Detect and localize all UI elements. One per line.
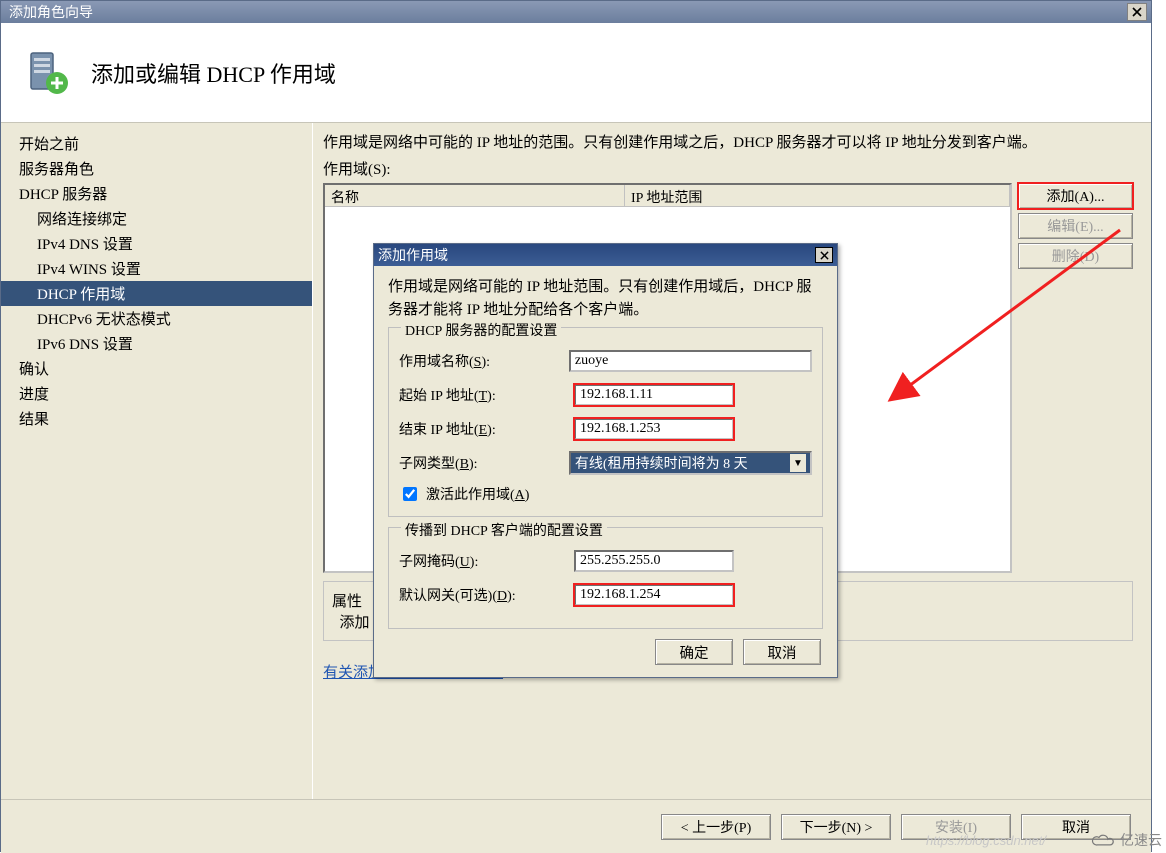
row-subnet-type: 子网类型(B): 有线(租用持续时间将为 8 天 ▼ — [399, 450, 812, 476]
label-subnet-type: 子网类型(B): — [399, 453, 569, 473]
window-title: 添加角色向导 — [5, 2, 93, 22]
sidebar-item-network-binding[interactable]: 网络连接绑定 — [1, 206, 312, 231]
sidebar-item-confirm[interactable]: 确认 — [1, 356, 312, 381]
start-ip-input[interactable] — [574, 384, 734, 406]
add-scope-dialog: 添加作用域 作用域是网络可能的 IP 地址范围。只有创建作用域后，DHCP 服务… — [373, 243, 838, 678]
scope-name-input[interactable] — [569, 350, 812, 372]
label-subnet-mask: 子网掩码(U): — [399, 551, 574, 571]
row-start-ip: 起始 IP 地址(T): — [399, 382, 812, 408]
label-scope-name: 作用域名称(S): — [399, 351, 569, 371]
properties-sublabel: 添加 — [340, 615, 370, 631]
dialog-description: 作用域是网络可能的 IP 地址范围。只有创建作用域后，DHCP 服务器才能将 I… — [388, 276, 823, 321]
server-plus-icon — [25, 49, 73, 97]
dialog-cancel-button[interactable]: 取消 — [743, 639, 821, 665]
sidebar-item-ipv4-dns[interactable]: IPv4 DNS 设置 — [1, 231, 312, 256]
scopes-table-header: 名称 IP 地址范围 — [325, 185, 1010, 207]
sidebar-item-ipv4-wins[interactable]: IPv4 WINS 设置 — [1, 256, 312, 281]
dialog-ok-button[interactable]: 确定 — [655, 639, 733, 665]
row-default-gateway: 默认网关(可选)(D): — [399, 582, 812, 608]
dropdown-arrow-icon: ▼ — [790, 454, 806, 472]
cloud-icon — [1090, 831, 1116, 849]
sidebar-item-dhcp-server[interactable]: DHCP 服务器 — [1, 181, 312, 206]
sidebar-item-progress[interactable]: 进度 — [1, 381, 312, 406]
default-gateway-input[interactable] — [574, 584, 734, 606]
page-title: 添加或编辑 DHCP 作用域 — [91, 57, 336, 89]
dhcp-server-config-fieldset: DHCP 服务器的配置设置 作用域名称(S): 起始 IP 地址(T): 结束 … — [388, 327, 823, 517]
prev-button[interactable]: < 上一步(P) — [661, 814, 771, 840]
close-icon — [820, 251, 829, 260]
activate-scope-checkbox[interactable] — [403, 487, 417, 501]
subnet-type-value: 有线(租用持续时间将为 8 天 — [575, 453, 748, 473]
dialog-titlebar[interactable]: 添加作用域 — [374, 244, 837, 266]
edit-scope-button: 编辑(E)... — [1018, 213, 1133, 239]
col-ip-range[interactable]: IP 地址范围 — [625, 185, 1010, 206]
label-default-gateway: 默认网关(可选)(D): — [399, 585, 574, 605]
wizard-header: 添加或编辑 DHCP 作用域 — [1, 23, 1151, 123]
sidebar-item-dhcpv6-stateless[interactable]: DHCPv6 无状态模式 — [1, 306, 312, 331]
fieldset2-legend: 传播到 DHCP 客户端的配置设置 — [401, 520, 607, 540]
subnet-mask-input[interactable] — [574, 550, 734, 572]
label-start-ip: 起始 IP 地址(T): — [399, 385, 574, 405]
dialog-body: 作用域是网络可能的 IP 地址范围。只有创建作用域后，DHCP 服务器才能将 I… — [374, 266, 837, 677]
delete-scope-button: 删除(D) — [1018, 243, 1133, 269]
row-activate: 激活此作用域(A) — [399, 484, 812, 504]
scopes-label: 作用域(S): — [323, 158, 1133, 179]
fieldset1-legend: DHCP 服务器的配置设置 — [401, 320, 561, 340]
sidebar-item-server-roles[interactable]: 服务器角色 — [1, 156, 312, 181]
label-activate: 激活此作用域(A) — [426, 484, 529, 504]
label-end-ip: 结束 IP 地址(E): — [399, 419, 574, 439]
sidebar-item-before-begin[interactable]: 开始之前 — [1, 131, 312, 156]
close-icon — [1132, 7, 1142, 17]
sidebar-item-results[interactable]: 结果 — [1, 406, 312, 431]
subnet-type-select[interactable]: 有线(租用持续时间将为 8 天 ▼ — [569, 451, 812, 475]
properties-label: 属性 — [332, 594, 362, 610]
dialog-close-button[interactable] — [815, 247, 833, 263]
end-ip-input[interactable] — [574, 418, 734, 440]
page-description: 作用域是网络中可能的 IP 地址的范围。只有创建作用域之后，DHCP 服务器才可… — [323, 133, 1133, 154]
window-close-button[interactable] — [1127, 3, 1147, 21]
row-end-ip: 结束 IP 地址(E): — [399, 416, 812, 442]
dialog-title: 添加作用域 — [378, 245, 448, 265]
watermark-brand-text: 亿速云 — [1120, 830, 1162, 850]
sidebar-item-ipv6-dns[interactable]: IPv6 DNS 设置 — [1, 331, 312, 356]
watermark-blog-url: https://blog.csdn.net/ — [926, 833, 1046, 848]
col-name[interactable]: 名称 — [325, 185, 625, 206]
row-scope-name: 作用域名称(S): — [399, 348, 812, 374]
add-scope-button[interactable]: 添加(A)... — [1018, 183, 1133, 209]
dhcp-client-config-fieldset: 传播到 DHCP 客户端的配置设置 子网掩码(U): 默认网关(可选)(D): — [388, 527, 823, 629]
wizard-sidebar: 开始之前 服务器角色 DHCP 服务器 网络连接绑定 IPv4 DNS 设置 I… — [1, 123, 313, 799]
row-subnet-mask: 子网掩码(U): — [399, 548, 812, 574]
next-button[interactable]: 下一步(N) > — [781, 814, 891, 840]
dialog-footer: 确定 取消 — [388, 639, 823, 665]
watermark-brand: 亿速云 — [1090, 830, 1162, 850]
sidebar-item-dhcp-scope[interactable]: DHCP 作用域 — [1, 281, 312, 306]
window-titlebar: 添加角色向导 — [1, 1, 1151, 23]
scope-action-buttons: 添加(A)... 编辑(E)... 删除(D) — [1018, 183, 1133, 573]
